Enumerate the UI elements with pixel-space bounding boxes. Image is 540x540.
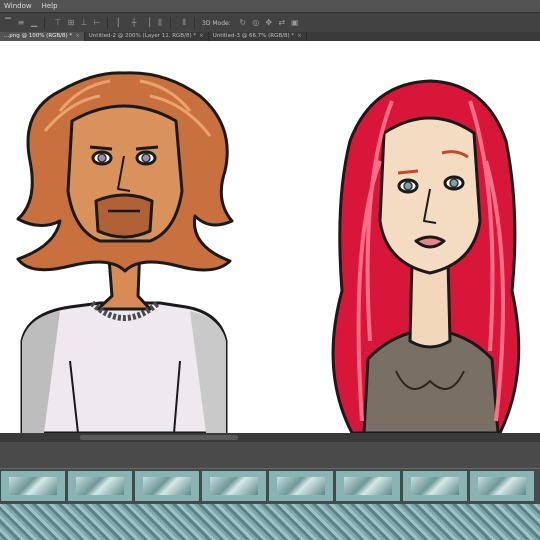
tile — [134, 470, 200, 502]
separator — [107, 17, 108, 29]
tile — [201, 470, 267, 502]
tab-untitled-3[interactable]: Untitled-3 @ 66.7% (RGB/8) * × — [209, 32, 307, 41]
woman-character — [331, 79, 521, 433]
man-character — [16, 71, 234, 433]
distribute-bottom-icon[interactable]: ⊥ — [79, 18, 89, 28]
align-top-icon[interactable]: ▔ — [3, 18, 13, 28]
stone-texture — [0, 504, 540, 540]
3d-pan-icon[interactable]: ✥ — [264, 18, 274, 28]
align-right-icon[interactable]: ▕ — [142, 18, 152, 28]
separator — [170, 17, 171, 29]
tile — [268, 470, 334, 502]
tab-document-1[interactable]: ...png @ 100% (RGB/8) * × — [0, 32, 85, 41]
align-bottom-icon[interactable]: ▁ — [29, 18, 39, 28]
3d-mode-label: 3D Mode: — [202, 19, 231, 27]
tab-label: Untitled-3 @ 66.7% (RGB/8) * — [212, 33, 295, 39]
distribute-left-icon[interactable]: ⊢ — [92, 18, 102, 28]
menu-bar: Window Help — [0, 0, 540, 12]
options-bar: ▔ ≡ ▁ ⊤ ⊞ ⊥ ⊢ ▏ ┼ ▕ ⫼ ⫴ 3D Mode: ↻ ◎ ✥ ⇄… — [0, 12, 540, 34]
tile — [402, 470, 468, 502]
document-canvas[interactable] — [0, 41, 540, 433]
divider — [0, 468, 540, 469]
3d-rotate-icon[interactable]: ↻ — [238, 18, 248, 28]
woman-lips — [414, 235, 446, 249]
auto-align-icon[interactable]: ⫴ — [179, 18, 189, 28]
man-beard — [94, 193, 154, 239]
3d-scale-icon[interactable]: ▣ — [290, 18, 300, 28]
tab-untitled-2[interactable]: Untitled-2 @ 200% (Layer 11, RGB/8) * × — [85, 32, 209, 41]
menu-help[interactable]: Help — [37, 2, 63, 10]
scrollbar-thumb[interactable] — [80, 435, 238, 440]
tile — [335, 470, 401, 502]
distribute-horizontal-icon[interactable]: ⫼ — [155, 18, 165, 28]
pixel-art-illustration — [16, 71, 521, 433]
close-icon[interactable]: × — [297, 33, 302, 39]
close-icon[interactable]: × — [75, 33, 80, 39]
distribute-top-icon[interactable]: ⊤ — [53, 18, 63, 28]
tileset-panel — [0, 442, 540, 540]
3d-slide-icon[interactable]: ⇄ — [277, 18, 287, 28]
align-left-icon[interactable]: ▏ — [116, 18, 126, 28]
horizontal-scrollbar[interactable] — [0, 433, 540, 442]
3d-roll-icon[interactable]: ◎ — [251, 18, 261, 28]
tab-label: Untitled-2 @ 200% (Layer 11, RGB/8) * — [88, 33, 197, 39]
separator — [194, 17, 195, 29]
distribute-middle-icon[interactable]: ⊞ — [66, 18, 76, 28]
menu-window[interactable]: Window — [0, 2, 37, 10]
align-middle-icon[interactable]: ≡ — [16, 18, 26, 28]
separator — [44, 17, 45, 29]
tab-label: ...png @ 100% (RGB/8) * — [4, 33, 73, 39]
tile — [0, 470, 66, 502]
tile — [67, 470, 133, 502]
woman-face — [378, 116, 482, 275]
document-tab-bar: ...png @ 100% (RGB/8) * × Untitled-2 @ 20… — [0, 32, 540, 41]
align-center-icon[interactable]: ┼ — [129, 18, 139, 28]
tile-row — [0, 470, 540, 504]
tile — [469, 470, 535, 502]
close-icon[interactable]: × — [199, 33, 204, 39]
